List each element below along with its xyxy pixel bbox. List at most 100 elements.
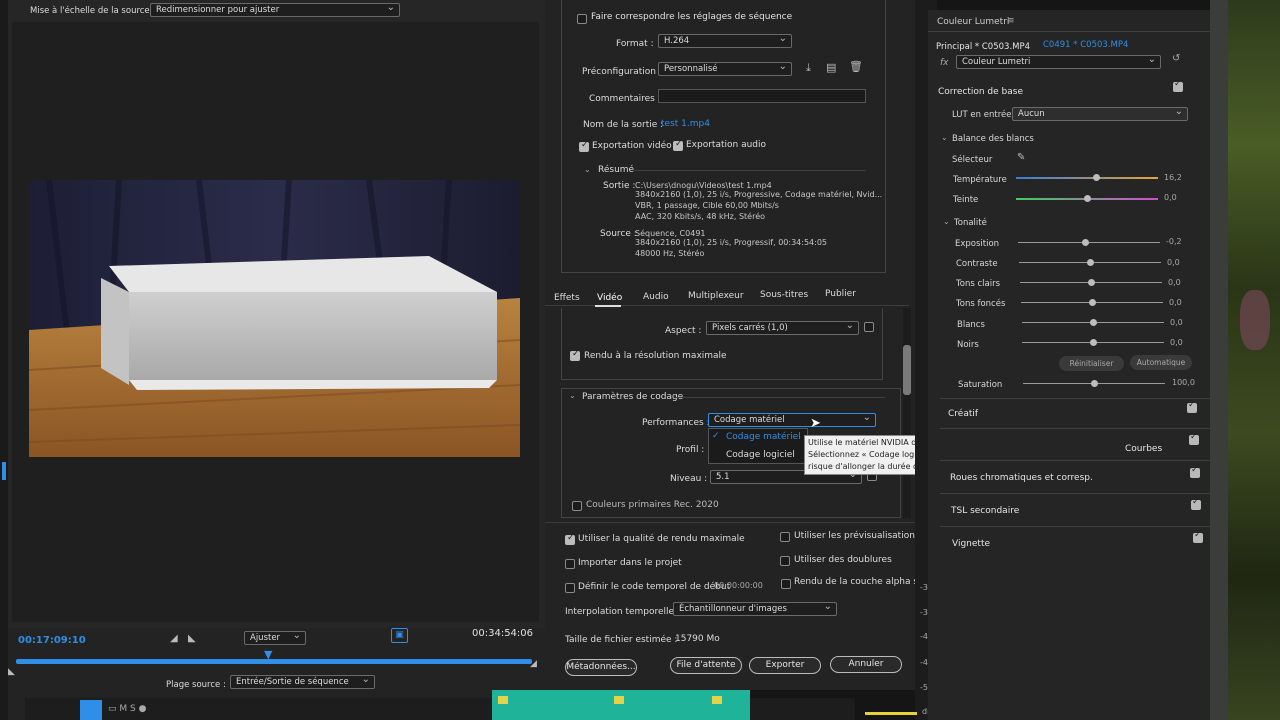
export-video-checkbox[interactable]	[579, 140, 589, 152]
encoding-toggle-icon[interactable]: ⌄	[569, 391, 576, 400]
alpha-only-checkbox[interactable]	[781, 579, 791, 589]
tint-value[interactable]: 0,0	[1164, 193, 1177, 202]
section-curves[interactable]: Courbes	[1125, 444, 1162, 454]
whites-slider[interactable]	[1022, 319, 1164, 326]
exposure-knob[interactable]	[1081, 239, 1089, 246]
use-proxies-checkbox[interactable]	[780, 556, 790, 566]
tone-toggle-icon[interactable]: ⌄	[943, 217, 950, 226]
fit-dropdown[interactable]: Ajuster	[244, 631, 306, 645]
rec2020-checkbox[interactable]	[572, 501, 582, 511]
contrast-slider[interactable]	[1019, 259, 1161, 266]
white-balance-toggle-icon[interactable]: ⌄	[941, 133, 948, 142]
saturation-value[interactable]: 100,0	[1172, 378, 1195, 387]
clip-green[interactable]	[492, 690, 750, 720]
output-name-link[interactable]: test 1.mp4	[661, 119, 710, 129]
basic-correction-title[interactable]: Correction de base	[938, 87, 1023, 97]
summary-toggle-icon[interactable]: ⌄	[584, 165, 591, 174]
creative-checkbox[interactable]	[1187, 400, 1197, 413]
saturation-slider[interactable]	[1023, 380, 1165, 387]
track-target[interactable]	[80, 700, 102, 720]
shadows-slider[interactable]	[1021, 299, 1163, 306]
playhead-icon[interactable]: ▼	[264, 648, 272, 661]
shadows-value[interactable]: 0,0	[1169, 298, 1182, 307]
whites-value[interactable]: 0,0	[1170, 318, 1183, 327]
export-audio-checkbox[interactable]	[673, 139, 683, 151]
section-creative[interactable]: Créatif	[948, 409, 978, 419]
delete-preset-icon[interactable]: 🗑	[849, 60, 863, 73]
cancel-button[interactable]: Annuler	[830, 656, 902, 673]
mark-in-icon[interactable]: ◢	[170, 633, 178, 644]
temperature-knob[interactable]	[1092, 174, 1100, 181]
settings-icon[interactable]: ▣	[391, 628, 408, 643]
tab-video[interactable]: Vidéo	[597, 293, 622, 303]
option-hardware[interactable]: Codage matériel	[726, 432, 801, 442]
preset-dropdown[interactable]: Personnalisé	[658, 62, 792, 76]
reset-button[interactable]: Réinitialiser	[1059, 356, 1124, 371]
mark-out-icon[interactable]: ◣	[188, 633, 196, 644]
start-timecode-checkbox[interactable]	[565, 583, 575, 593]
interp-dropdown[interactable]: Échantillonneur d'images	[673, 602, 837, 616]
range-end-icon[interactable]: ◢	[530, 659, 537, 669]
contrast-value[interactable]: 0,0	[1167, 258, 1180, 267]
curves-checkbox[interactable]	[1189, 432, 1199, 445]
effect-dropdown[interactable]: Couleur Lumetri	[956, 55, 1161, 69]
performance-dropdown[interactable]: Codage matériel	[708, 413, 876, 427]
highlights-slider[interactable]	[1020, 279, 1162, 286]
max-res-checkbox[interactable]	[570, 349, 580, 361]
blacks-slider[interactable]	[1022, 339, 1164, 346]
range-dropdown[interactable]: Entrée/Sortie de séquence	[230, 675, 375, 689]
shadows-knob[interactable]	[1089, 299, 1096, 306]
aspect-dropdown[interactable]: Pixels carrés (1,0)	[706, 321, 859, 335]
tab-sous-titres[interactable]: Sous-titres	[760, 290, 808, 300]
highlights-value[interactable]: 0,0	[1168, 278, 1181, 287]
eyedropper-icon[interactable]: ✎	[1017, 152, 1025, 163]
whites-knob[interactable]	[1090, 319, 1097, 326]
blacks-value[interactable]: 0,0	[1170, 338, 1183, 347]
import-preset-icon[interactable]: ▤	[826, 61, 836, 74]
export-button[interactable]: Exporter	[749, 657, 821, 674]
tint-slider[interactable]	[1016, 195, 1158, 202]
exposure-value[interactable]: -0,2	[1166, 237, 1182, 246]
format-dropdown[interactable]: H.264	[658, 34, 792, 48]
reset-effect-icon[interactable]: ↺	[1172, 53, 1180, 64]
metadata-button[interactable]: Métadonnées...	[565, 659, 637, 676]
temperature-slider[interactable]	[1016, 174, 1158, 181]
import-project-checkbox[interactable]	[565, 559, 575, 569]
timeline-scrubber[interactable]	[16, 659, 532, 664]
match-sequence-checkbox[interactable]	[577, 14, 587, 24]
tab-audio[interactable]: Audio	[643, 292, 669, 302]
export-scrollbar-thumb[interactable]	[903, 345, 911, 395]
comments-input[interactable]	[658, 89, 866, 103]
auto-button[interactable]: Automatique	[1130, 355, 1192, 370]
section-hsl[interactable]: TSL secondaire	[951, 506, 1019, 516]
saturation-knob[interactable]	[1091, 380, 1098, 387]
aspect-lock-checkbox[interactable]	[864, 322, 874, 332]
tab-publier[interactable]: Publier	[825, 289, 856, 299]
tab-multiplexeur[interactable]: Multiplexeur	[688, 291, 744, 301]
clip-main[interactable]: Principal * C0503.MP4	[936, 42, 1030, 52]
section-color-wheels[interactable]: Roues chromatiques et corresp.	[950, 473, 1093, 483]
lut-dropdown[interactable]: Aucun	[1012, 107, 1188, 121]
option-software[interactable]: Codage logiciel	[726, 450, 795, 460]
contrast-knob[interactable]	[1087, 259, 1094, 266]
range-start-icon[interactable]: ◣	[8, 667, 15, 677]
basic-correction-checkbox[interactable]	[1173, 79, 1183, 92]
tint-knob[interactable]	[1084, 195, 1091, 202]
blacks-knob[interactable]	[1090, 339, 1097, 346]
save-preset-icon[interactable]: ⤓	[806, 61, 811, 75]
vignette-checkbox[interactable]	[1193, 530, 1203, 543]
hsl-checkbox[interactable]	[1191, 497, 1201, 510]
use-previews-checkbox[interactable]	[780, 532, 790, 542]
lumetri-menu-icon[interactable]: ≡	[1007, 16, 1015, 26]
max-quality-checkbox[interactable]	[565, 533, 575, 545]
color-wheels-checkbox[interactable]	[1190, 465, 1200, 478]
section-vignette[interactable]: Vignette	[952, 539, 990, 549]
clip-sequence[interactable]: C0491 * C0503.MP4	[1043, 40, 1128, 50]
track-icons[interactable]: ▭ M S ●	[108, 704, 146, 714]
highlights-knob[interactable]	[1088, 279, 1095, 286]
tab-effets[interactable]: Effets	[554, 293, 580, 303]
queue-button[interactable]: File d'attente	[670, 657, 742, 674]
temperature-value[interactable]: 16,2	[1164, 173, 1182, 182]
exposure-slider[interactable]	[1018, 239, 1160, 246]
scale-dropdown[interactable]: Redimensionner pour ajuster	[150, 3, 400, 17]
